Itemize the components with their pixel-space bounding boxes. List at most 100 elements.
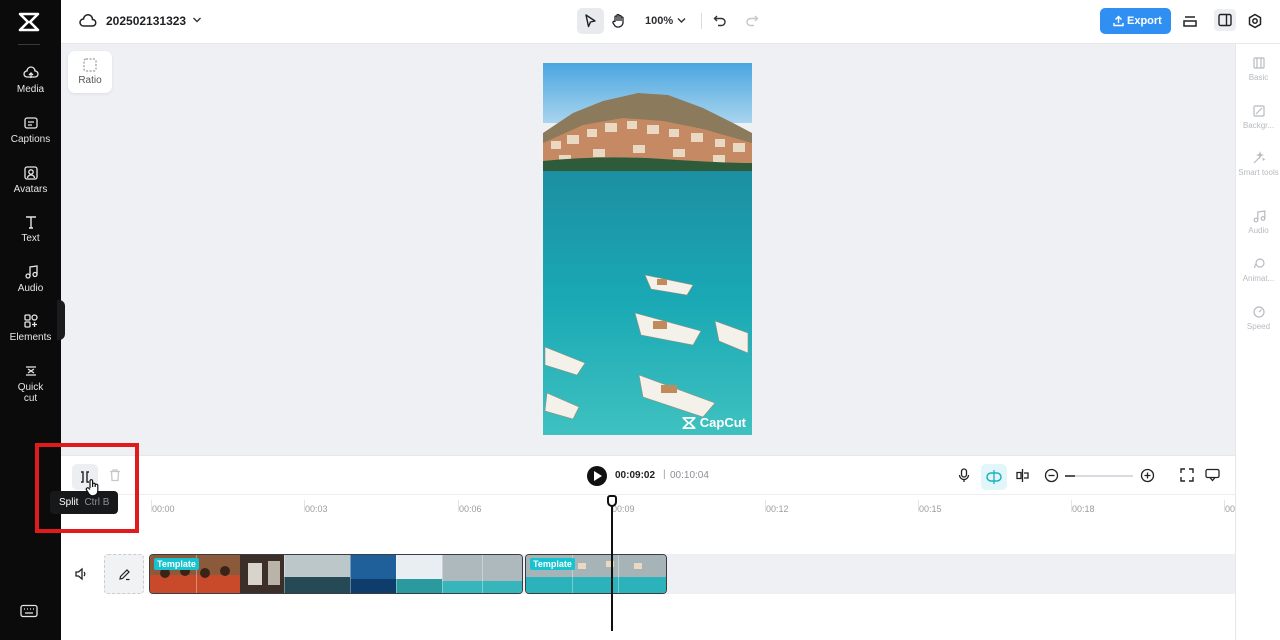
- ruler-tick: 00:18: [1071, 500, 1095, 514]
- ruler-tick: 00:15: [918, 500, 942, 514]
- fullscreen-icon[interactable]: [1180, 468, 1194, 482]
- right-panel-item-animation[interactable]: Animat...: [1236, 257, 1280, 283]
- ruler-tick: 00:03: [304, 500, 328, 514]
- ruler-tick: 00: [1223, 500, 1236, 514]
- background-icon: [1252, 105, 1265, 117]
- volume-icon[interactable]: [74, 567, 88, 581]
- sidebar-item-label: Captions: [10, 134, 51, 145]
- cloud-sync-icon[interactable]: [79, 13, 97, 29]
- sidebar-item-elements[interactable]: Elements: [0, 313, 61, 343]
- sidebar-item-media[interactable]: Media: [0, 65, 61, 95]
- redo-icon[interactable]: [745, 14, 759, 28]
- animation-icon: [1253, 258, 1265, 269]
- zoom-out-icon[interactable]: [1044, 468, 1059, 483]
- magic-wand-icon: [1253, 151, 1266, 164]
- sidebar-item-label: Text: [21, 233, 40, 244]
- magnet-icon: [986, 470, 1002, 484]
- quick-cut-icon: [25, 366, 36, 376]
- right-panel-label: Audio: [1248, 226, 1269, 235]
- sidebar-item-label: Audio: [17, 283, 44, 294]
- top-bar: 202502131323 100% Export: [61, 0, 1280, 44]
- clip-label: Template: [154, 558, 199, 570]
- pointer-icon: [585, 14, 596, 28]
- play-icon: [594, 471, 602, 481]
- left-sidebar: Media Captions Avatars Text Audio Elemen…: [0, 0, 61, 640]
- clip-label: Template: [530, 558, 575, 570]
- current-time: 00:09:02: [615, 470, 656, 481]
- sidebar-collapse-handle[interactable]: [57, 300, 65, 340]
- cloud-upload-icon: [22, 66, 39, 78]
- right-panel-item-speed[interactable]: Speed: [1236, 305, 1280, 331]
- project-title[interactable]: 202502131323: [106, 14, 186, 28]
- playhead[interactable]: [611, 495, 613, 631]
- right-panel-label: Backgr...: [1242, 121, 1275, 130]
- ratio-label: Ratio: [78, 75, 102, 86]
- ruler-tick: 00:12: [765, 500, 789, 514]
- edit-cover-button[interactable]: [104, 554, 144, 594]
- select-tool-button[interactable]: [577, 8, 604, 34]
- upload-icon: [1113, 15, 1124, 27]
- ratio-icon: [83, 58, 97, 72]
- zoom-in-icon[interactable]: [1140, 468, 1155, 483]
- avatar-icon: [23, 166, 38, 180]
- align-split-icon[interactable]: [1015, 468, 1030, 483]
- right-panel-label: Animat...: [1242, 274, 1275, 283]
- speed-icon: [1252, 306, 1265, 318]
- right-panel-item-audio[interactable]: Audio: [1236, 209, 1280, 235]
- sidebar-item-text[interactable]: Text: [0, 214, 61, 244]
- magnet-snap-button[interactable]: [981, 464, 1007, 490]
- right-panel-label: Smart tools: [1238, 168, 1279, 177]
- capcut-logo-icon: [18, 12, 40, 32]
- play-button[interactable]: [587, 466, 607, 486]
- timeline-divider: [61, 494, 1235, 495]
- chevron-down-icon[interactable]: [677, 17, 686, 24]
- right-panel-item-background[interactable]: Backgr...: [1236, 104, 1280, 130]
- time-separator: |: [663, 469, 666, 480]
- undo-icon[interactable]: [713, 14, 727, 28]
- export-label: Export: [1127, 15, 1162, 27]
- sidebar-item-label: Quick cut: [17, 382, 44, 404]
- right-panel-label: Speed: [1246, 322, 1271, 331]
- right-panel-label: Basic: [1248, 73, 1269, 82]
- sidebar-item-label: Avatars: [13, 184, 48, 195]
- layers-icon[interactable]: [1182, 13, 1198, 29]
- right-panel-item-smart-tools[interactable]: Smart tools: [1236, 151, 1280, 177]
- highlight-box: [35, 443, 139, 533]
- capcut-watermark: CapCut: [681, 415, 746, 430]
- comment-icon[interactable]: [1205, 468, 1220, 482]
- panel-layout-button[interactable]: [1214, 9, 1236, 31]
- hand-icon[interactable]: [611, 13, 626, 29]
- ruler-tick: 00:00: [151, 500, 175, 514]
- ruler-tick: 00:06: [458, 500, 482, 514]
- watermark-text: CapCut: [699, 415, 746, 430]
- sidebar-item-audio[interactable]: Audio: [0, 264, 61, 294]
- video-preview[interactable]: CapCut: [543, 63, 752, 435]
- ratio-button[interactable]: Ratio: [68, 51, 112, 93]
- capcut-logo-icon: [682, 416, 696, 429]
- text-icon: [25, 216, 36, 229]
- sidebar-item-label: Media: [16, 84, 45, 95]
- sidebar-item-captions[interactable]: Captions: [0, 115, 61, 145]
- export-button[interactable]: Export: [1100, 8, 1171, 34]
- clip-thumbnails: [150, 555, 522, 593]
- preview-frame: [543, 63, 752, 435]
- zoom-level[interactable]: 100%: [645, 15, 673, 27]
- playhead-handle[interactable]: [607, 495, 617, 507]
- video-clip[interactable]: Template: [149, 554, 523, 594]
- chevron-down-icon[interactable]: [192, 16, 202, 24]
- microphone-icon[interactable]: [958, 468, 970, 483]
- basic-icon: [1252, 57, 1265, 69]
- sidebar-item-avatars[interactable]: Avatars: [0, 165, 61, 195]
- keyboard-icon[interactable]: [20, 604, 38, 618]
- pencil-icon: [119, 569, 130, 581]
- total-time: 00:10:04: [670, 470, 709, 481]
- settings-icon[interactable]: [1247, 13, 1263, 29]
- right-panel-item-basic[interactable]: Basic: [1236, 56, 1280, 82]
- sidebar-item-quick-cut[interactable]: Quick cut: [0, 363, 61, 404]
- music-note-icon: [24, 265, 38, 279]
- music-note-icon: [1253, 210, 1265, 223]
- zoom-slider-fill: [1065, 475, 1075, 477]
- sidebar-divider: [18, 44, 40, 45]
- video-clip[interactable]: Template: [525, 554, 667, 594]
- zoom-slider[interactable]: [1065, 475, 1133, 477]
